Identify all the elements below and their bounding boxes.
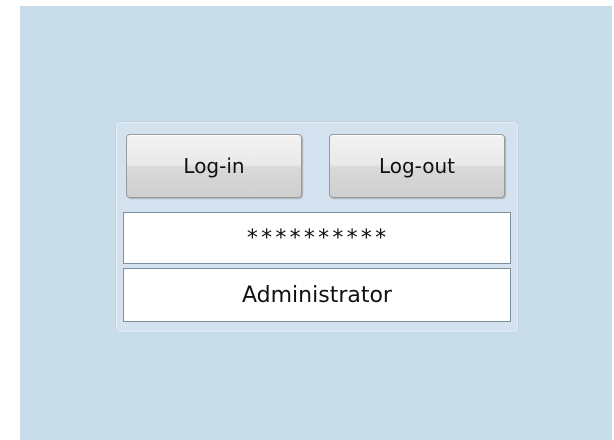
- app-background: Log-in Log-out ********** Administrator: [20, 6, 612, 440]
- username-field[interactable]: Administrator: [123, 268, 511, 322]
- password-field[interactable]: **********: [123, 212, 511, 264]
- login-button[interactable]: Log-in: [126, 134, 302, 198]
- logout-button[interactable]: Log-out: [329, 134, 505, 198]
- login-panel: Log-in Log-out ********** Administrator: [116, 122, 518, 332]
